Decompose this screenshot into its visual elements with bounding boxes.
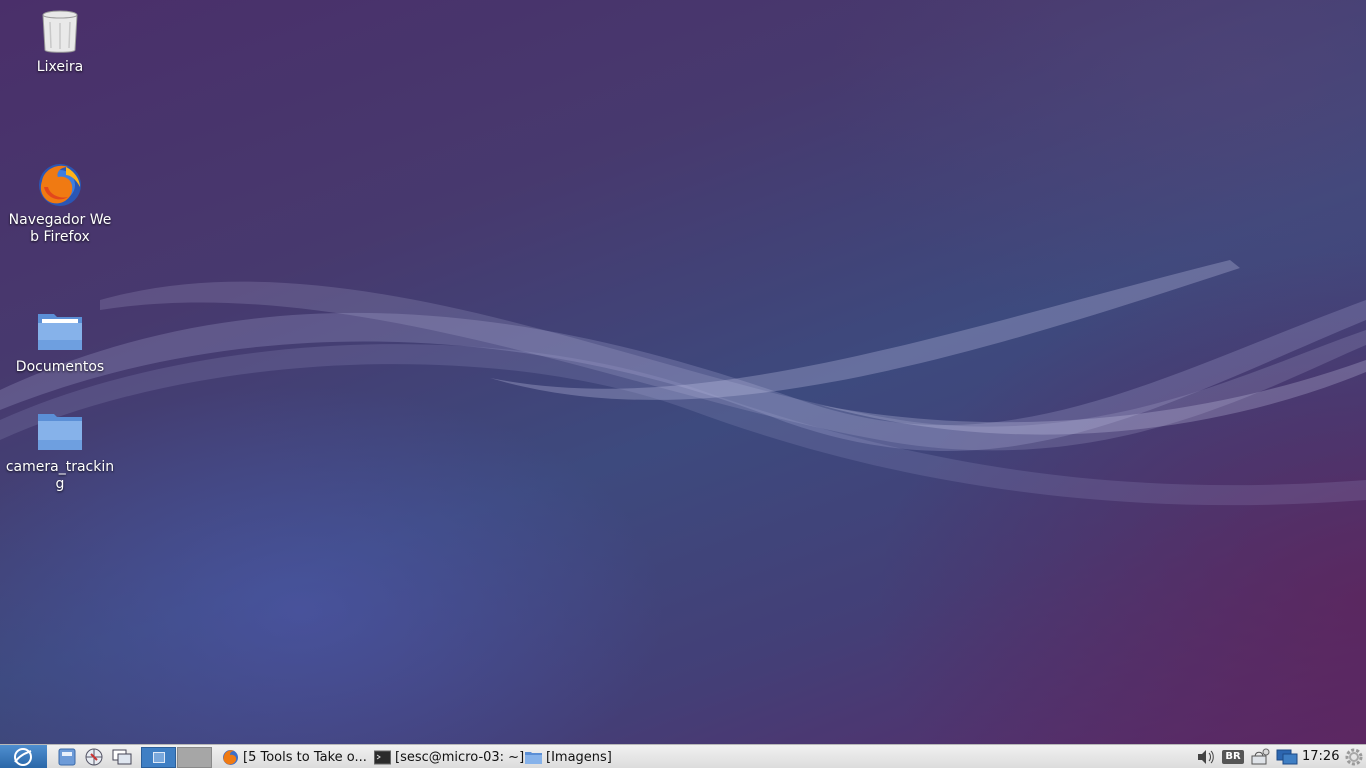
desktop-icon-firefox[interactable]: Navegador Web Firefox [5,161,115,246]
folder-icon [38,414,82,450]
web-browser-launcher-icon[interactable] [83,747,105,767]
show-desktop-icon[interactable] [111,747,133,767]
task-label: [Imagens] [546,749,612,765]
network-icon[interactable] [1249,747,1271,767]
clock[interactable]: 17:26 [1302,749,1339,764]
taskbar-task-imagens[interactable]: [Imagens] [525,746,612,768]
trash-icon [42,10,78,53]
lubuntu-logo-icon [14,748,32,766]
taskbar-task-firefox[interactable]: [5 Tools to Take o... [222,746,367,768]
workspace-1[interactable] [141,747,176,768]
start-menu-button[interactable] [0,745,47,768]
task-label: [5 Tools to Take o... [243,749,367,765]
task-label: [sesc@micro-03: ~] [395,749,525,765]
folder-icon [525,751,542,764]
taskbar-task-terminal[interactable]: [sesc@micro-03: ~] [374,746,524,768]
volume-icon[interactable] [1196,747,1216,767]
desktop-icon-label: Documentos [15,359,105,375]
folder-icon [38,314,82,350]
taskbar: [5 Tools to Take o... [sesc@micro-03: ~]… [0,744,1366,768]
workspace-window-preview [153,752,165,763]
firefox-icon [39,164,81,206]
firefox-icon [223,749,238,765]
wallpaper-waves [0,260,1366,506]
desktop: Lixeira Navegador Web Firefox Documentos… [0,0,1366,744]
terminal-icon [374,750,391,764]
keyboard-layout-indicator[interactable]: BR [1222,750,1244,764]
desktop-icon-trash[interactable]: Lixeira [5,8,115,76]
settings-gear-icon[interactable] [1343,747,1365,767]
workspace-2[interactable] [177,747,212,768]
monitor-icon[interactable] [1275,747,1299,767]
desktop-icon-label: Navegador Web Firefox [8,212,112,245]
desktop-icon-label: Lixeira [36,59,84,75]
desktop-icon-label: camera_tracking [5,459,115,492]
desktop-icon-documentos[interactable]: Documentos [5,308,115,376]
desktop-icon-camera-tracking[interactable]: camera_tracking [5,408,115,493]
file-manager-launcher-icon[interactable] [56,747,78,767]
